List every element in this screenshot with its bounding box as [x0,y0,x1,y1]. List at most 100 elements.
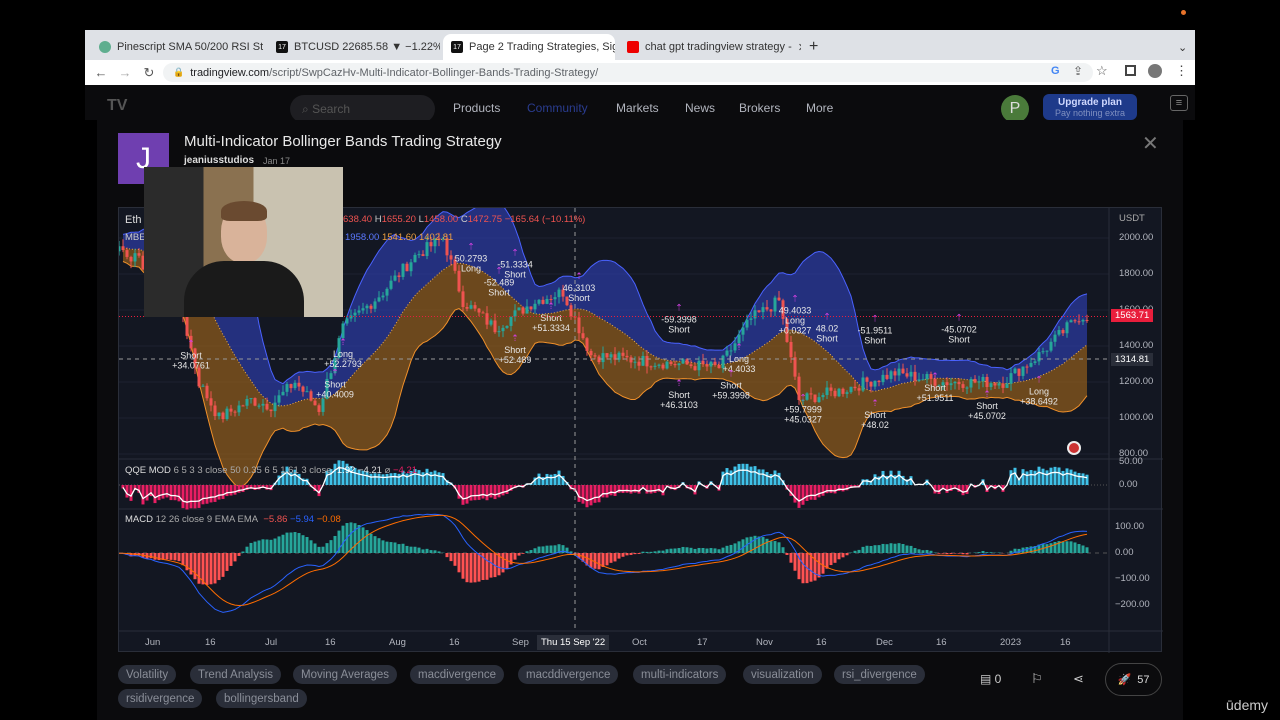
candle-body [649,366,653,368]
tag-pill[interactable]: Trend Analysis [190,665,281,684]
tag-pill[interactable]: bollingersband [216,689,307,708]
macd-hist-bar [729,544,733,553]
tab-list-chevron-icon[interactable]: ⌄ [1170,34,1195,60]
qqe-bar [1053,466,1057,485]
tag-pill[interactable]: rsi_divergence [834,665,925,684]
tag-pill[interactable]: multi-indicators [633,665,727,684]
candle-body [1077,321,1081,323]
idea-title: Multi-Indicator Bollinger Bands Trading … [184,133,502,150]
ohlc-legend: 638.40 H1655.20 L1458.00 C1472.75 −165.6… [343,214,585,225]
comments-button[interactable]: ▤ 0 [980,672,1001,686]
tag-pill[interactable]: Moving Averages [293,665,398,684]
qqe-bar [793,485,797,503]
tag-pill[interactable]: macdivergence [410,665,504,684]
macd-hist-bar [233,553,237,562]
macd-hist-bar [445,553,449,558]
candle-body [585,338,589,351]
qqe-bar [753,466,757,485]
symbol-legend: Eth [125,214,142,226]
trade-arrow-icon: ⇡ [495,266,503,276]
candle-body [945,382,949,386]
trade-label-line: Short [504,345,526,355]
macd-hist-bar [289,532,293,553]
upgrade-plan-button[interactable]: Upgrade plan Pay nothing extra [1043,94,1137,120]
macd-hist-bar [549,545,553,553]
profile-icon[interactable] [1148,64,1162,78]
tag-pill[interactable]: Volatility [118,665,177,684]
qqe-bar [829,485,833,494]
google-icon[interactable]: G [1051,65,1060,77]
trade-arrow-icon: ⇡ [735,342,743,352]
forward-icon[interactable]: → [113,65,137,80]
bookmark-star-icon[interactable]: ☆ [1096,63,1108,79]
hamburger-menu-icon[interactable]: ≡ [1170,95,1188,111]
browser-tab-active[interactable]: 17Page 2 Trading Strategies, Sign✕ [443,34,615,60]
close-modal-icon[interactable]: ✕ [1142,131,1159,156]
change-value: −165.64 (−10.11%) [504,214,586,225]
bb-upper: 1958.00 [345,232,380,243]
browser-tab[interactable]: 17BTCUSD 22685.58 ▼ −1.22% E✕ [268,34,440,60]
qqe-bar [629,485,633,494]
nav-more[interactable]: More [806,101,833,115]
author-link[interactable]: jeaniusstudios [184,155,254,166]
flag-icon[interactable] [1067,441,1081,455]
candle-body [749,318,753,320]
macd-hist-bar [373,536,377,553]
macd-hist-bar [689,547,693,553]
browser-tab[interactable]: Pinescript SMA 50/200 RSI Str✕ [91,34,263,60]
share-icon[interactable]: ⋖ [1073,671,1084,687]
nav-news[interactable]: News [685,101,715,115]
time-tick: 16 [936,637,947,648]
nav-brokers[interactable]: Brokers [739,101,780,115]
macd-hist-bar [1061,541,1065,553]
macd-hist-bar [553,545,557,553]
qqe-bar [633,485,637,493]
share-icon[interactable]: ⇪ [1073,64,1083,78]
macd-hist-bar [617,553,621,559]
macd-hist-bar [309,540,313,553]
search-input[interactable]: ⌕ Search [290,95,435,123]
price-tick: 1200.00 [1119,376,1154,387]
trade-label: -59.3998 Short [661,315,697,335]
url-input[interactable]: 🔒 tradingview.com/script/SwpCazHv-Multi-I… [163,63,1093,82]
tradingview-logo[interactable]: TV [107,97,127,115]
macd-hist-bar [673,548,677,553]
menu-kebab-icon[interactable]: ⋮ [1175,63,1188,79]
macd-legend: MACD 12 26 close 9 EMA EMA −5.86 −5.94 −… [125,514,341,525]
tag-pill[interactable]: rsidivergence [118,689,203,708]
nav-markets[interactable]: Markets [616,101,659,115]
macd-hist-bar [413,546,417,553]
user-avatar[interactable]: P [1001,95,1029,123]
tag-pill[interactable]: macddivergence [518,665,619,684]
reload-icon[interactable]: ↻ [137,65,161,81]
nav-products[interactable]: Products [453,101,500,115]
qqe-bar [233,485,237,495]
price-tick: 2000.00 [1119,232,1154,243]
candle-body [845,392,849,394]
nav-community[interactable]: Community [527,101,588,115]
new-tab-button[interactable]: + [801,34,826,60]
sidebar-icon[interactable] [1125,65,1136,76]
candle-body [881,374,885,383]
candle-body [757,310,761,313]
qqe-bar [945,485,949,493]
browser-tab[interactable]: chat gpt tradingview strategy -✕ [619,34,801,60]
trade-arrow-icon: ⇡ [871,313,879,323]
candle-body [641,355,645,366]
boost-button[interactable]: 🚀 57 [1105,663,1162,696]
candle-body [369,305,373,309]
flag-report-icon[interactable]: ⚐ [1031,671,1043,687]
macd-hist-bar [905,545,909,553]
tag-pill[interactable]: visualization [743,665,822,684]
candle-body [129,256,133,262]
qqe-bar [589,485,593,506]
last-price-label: 1563.71 [1111,309,1154,322]
time-tick: 16 [325,637,336,648]
back-icon[interactable]: ← [89,65,113,80]
qqe-bar [749,466,753,485]
qqe-bar [145,485,149,501]
qqe-bar [741,463,745,485]
qqe-bar [493,485,497,500]
url-domain: tradingview.com [190,66,270,79]
candle-body [681,359,685,364]
